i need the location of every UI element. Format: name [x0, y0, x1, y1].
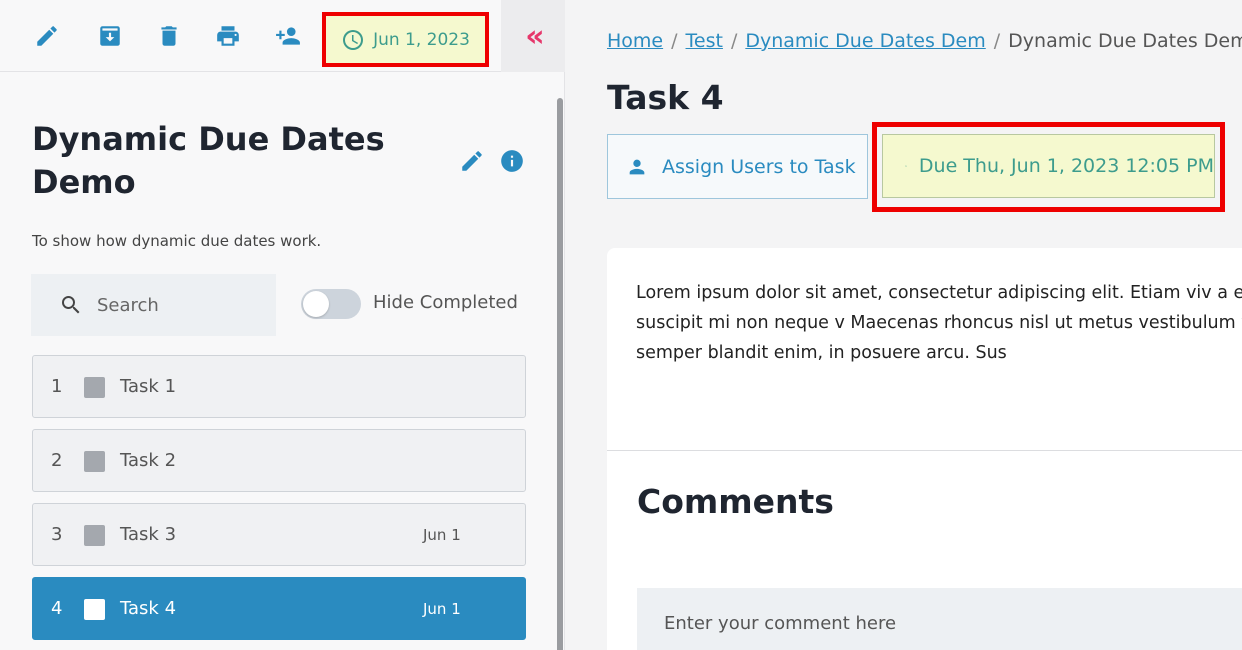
collapse-panel-button[interactable]: «: [501, 0, 565, 72]
assign-users-button[interactable]: Assign Users to Task: [607, 134, 868, 199]
clock-icon: [343, 29, 364, 50]
comment-input[interactable]: [637, 588, 1242, 650]
date-chip-label: Jun 1, 2023: [373, 29, 470, 50]
print-icon[interactable]: [214, 22, 242, 50]
task-description: Lorem ipsum dolor sit amet, consectetur …: [636, 283, 1242, 363]
breadcrumb: Home / Test / Dynamic Due Dates Dem / Dynamic …: [607, 30, 1242, 52]
task-number: 4: [51, 598, 63, 619]
due-date-button[interactable]: Due Thu, Jun 1, 2023 12:05 PM: [882, 134, 1215, 198]
task-number: 3: [51, 524, 63, 545]
task-checkbox[interactable]: [84, 525, 105, 546]
due-date-label: Due Thu, Jun 1, 2023 12:05 PM: [918, 155, 1214, 177]
delete-icon[interactable]: [155, 22, 183, 50]
task-item[interactable]: 2 Task 2: [32, 429, 526, 492]
assign-users-label: Assign Users to Task: [662, 155, 856, 178]
edit-project-icon[interactable]: [459, 148, 485, 174]
task-item[interactable]: 3 Task 3 Jun 1: [32, 503, 526, 566]
comments-title: Comments: [637, 482, 834, 521]
left-panel-scrollbar[interactable]: [557, 98, 563, 650]
task-checkbox[interactable]: [84, 377, 105, 398]
toggle-knob: [303, 291, 329, 317]
toolbar: Jun 1, 2023 «: [0, 0, 565, 72]
task-name: Task 1: [120, 376, 177, 397]
task-item[interactable]: 1 Task 1: [32, 355, 526, 418]
left-panel: Jun 1, 2023 « Dynamic Due Dates Demo To …: [0, 0, 565, 650]
search-box[interactable]: [31, 274, 276, 336]
task-name: Task 3: [120, 524, 177, 545]
task-checkbox[interactable]: [84, 599, 105, 620]
app: Jun 1, 2023 « Dynamic Due Dates Demo To …: [0, 0, 1242, 650]
task-name: Task 4: [120, 598, 177, 619]
project-description: To show how dynamic due dates work.: [32, 232, 322, 250]
edit-icon[interactable]: [33, 22, 61, 50]
task-content-card: Lorem ipsum dolor sit amet, consectetur …: [607, 248, 1242, 650]
info-icon[interactable]: [499, 148, 525, 174]
project-due-date-chip[interactable]: Jun 1, 2023: [322, 12, 489, 67]
project-title: Dynamic Due Dates Demo: [32, 120, 385, 201]
task-detail-panel: Home / Test / Dynamic Due Dates Dem / Dynamic …: [565, 0, 1242, 650]
breadcrumb-separator: /: [671, 30, 678, 52]
hide-completed-toggle[interactable]: [301, 289, 361, 319]
breadcrumb-home-link[interactable]: Home: [607, 30, 663, 52]
breadcrumb-current: Dynamic Due Dates Dem: [1008, 30, 1242, 52]
task-checkbox[interactable]: [84, 451, 105, 472]
double-chevron-left-icon: «: [525, 18, 544, 54]
search-input[interactable]: [97, 294, 257, 316]
task-name: Task 2: [120, 450, 177, 471]
hide-completed-label: Hide Completed: [373, 292, 518, 313]
task-item-active[interactable]: 4 Task 4 Jun 1: [32, 577, 526, 640]
add-user-icon[interactable]: [274, 22, 302, 50]
breadcrumb-project-link[interactable]: Dynamic Due Dates Dem: [745, 30, 985, 52]
archive-icon[interactable]: [96, 22, 124, 50]
task-due: Jun 1: [423, 526, 461, 544]
person-icon: [629, 159, 645, 174]
breadcrumb-separator: /: [730, 30, 738, 52]
search-icon: [62, 296, 80, 314]
divider: [607, 450, 1242, 451]
breadcrumb-test-link[interactable]: Test: [686, 30, 723, 52]
breadcrumb-separator: /: [993, 30, 1001, 52]
task-title: Task 4: [607, 78, 724, 117]
task-number: 1: [51, 376, 63, 397]
due-date-highlight: Due Thu, Jun 1, 2023 12:05 PM: [872, 122, 1225, 212]
task-number: 2: [51, 450, 63, 471]
task-due: Jun 1: [423, 600, 461, 618]
timer-icon: [905, 165, 907, 167]
